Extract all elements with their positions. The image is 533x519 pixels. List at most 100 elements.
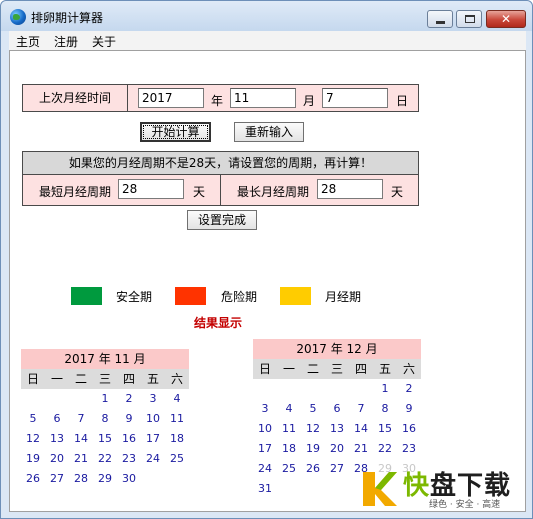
calendar-day[interactable]: 27 <box>325 459 349 479</box>
window-title: 排卵期计算器 <box>31 11 104 25</box>
calendar-day[interactable]: 10 <box>253 419 277 439</box>
weekday-header: 日一二三四五六 <box>21 369 189 389</box>
weekday-label: 日 <box>258 362 271 376</box>
close-icon: ✕ <box>500 12 512 26</box>
calendar-title: 2017 年 12 月 <box>253 339 421 359</box>
calendar-day[interactable]: 23 <box>397 439 421 459</box>
calendar-day[interactable]: 21 <box>349 439 373 459</box>
calendar-day[interactable]: 25 <box>277 459 301 479</box>
weekday-label: 一 <box>50 372 63 386</box>
minimize-button[interactable] <box>427 10 453 28</box>
calendar-day[interactable]: 17 <box>253 439 277 459</box>
calendar-day[interactable]: 27 <box>45 469 69 489</box>
month-input[interactable]: 11 <box>230 88 296 108</box>
safe-period-swatch <box>71 287 102 305</box>
calendar-day[interactable]: 14 <box>349 419 373 439</box>
calendar-day[interactable]: 8 <box>93 409 117 429</box>
calendar-day[interactable]: 22 <box>373 439 397 459</box>
calendar-day[interactable]: 4 <box>277 399 301 419</box>
calendar-day[interactable]: 14 <box>69 429 93 449</box>
calendar-day[interactable]: 15 <box>373 419 397 439</box>
calendar-day[interactable]: 11 <box>277 419 301 439</box>
menstrual-period-swatch <box>280 287 311 305</box>
day-input[interactable]: 7 <box>322 88 388 108</box>
calendar-day[interactable]: 29 <box>93 469 117 489</box>
calendar-day[interactable]: 21 <box>69 449 93 469</box>
watermark: 快盘下载 绿色 · 安全 · 高速 <box>359 463 529 513</box>
calendar-empty-cell <box>141 469 165 489</box>
year-input[interactable]: 2017 <box>138 88 204 108</box>
calendar-day[interactable]: 4 <box>165 389 189 409</box>
close-button[interactable]: ✕ <box>486 10 526 28</box>
calendar-day[interactable]: 20 <box>325 439 349 459</box>
weekday-label: 三 <box>330 362 343 376</box>
calendar-day[interactable]: 20 <box>45 449 69 469</box>
weekday-label: 六 <box>402 362 415 376</box>
calendar-day[interactable]: 19 <box>301 439 325 459</box>
calendar-day[interactable]: 13 <box>45 429 69 449</box>
last-period-row: 上次月经时间 2017 年 11 月 7 日 <box>22 84 419 112</box>
calendar-day[interactable]: 25 <box>165 449 189 469</box>
shortest-cycle-unit: 天 <box>193 185 206 199</box>
calendar-day[interactable]: 11 <box>165 409 189 429</box>
calendar-day[interactable]: 6 <box>45 409 69 429</box>
calendar-day[interactable]: 2 <box>397 379 421 399</box>
calendar-title: 2017 年 11 月 <box>21 349 189 369</box>
calendar-day[interactable]: 24 <box>141 449 165 469</box>
calendar-day[interactable]: 12 <box>21 429 45 449</box>
calendar-day[interactable]: 7 <box>69 409 93 429</box>
calendar-day[interactable]: 26 <box>21 469 45 489</box>
calendar-empty-cell <box>325 379 349 399</box>
watermark-subtitle: 绿色 · 安全 · 高速 <box>429 500 501 510</box>
calendar-day[interactable]: 22 <box>93 449 117 469</box>
calendar-empty-cell <box>301 479 325 499</box>
calendar-day[interactable]: 6 <box>325 399 349 419</box>
longest-cycle-cell: 最长月经周期 28 天 <box>221 175 418 205</box>
reset-button[interactable]: 重新输入 <box>234 122 304 142</box>
cycle-settings: 如果您的月经周期不是28天，请设置您的周期，再计算！ 最短月经周期 28 天 最… <box>22 151 419 206</box>
calendar-day[interactable]: 26 <box>301 459 325 479</box>
maximize-button[interactable] <box>456 10 482 28</box>
calendar-day[interactable]: 2 <box>117 389 141 409</box>
calendar-day[interactable]: 16 <box>117 429 141 449</box>
calendar-day[interactable]: 12 <box>301 419 325 439</box>
calendar-day[interactable]: 15 <box>93 429 117 449</box>
calendar-day[interactable]: 23 <box>117 449 141 469</box>
calendar-empty-cell <box>325 479 349 499</box>
calendar-day[interactable]: 7 <box>349 399 373 419</box>
calendar-day[interactable]: 18 <box>165 429 189 449</box>
settings-done-button[interactable]: 设置完成 <box>187 210 257 230</box>
shortest-cycle-input[interactable]: 28 <box>118 179 184 199</box>
calendar-day[interactable]: 17 <box>141 429 165 449</box>
calendar-day[interactable]: 3 <box>253 399 277 419</box>
menu-home[interactable]: 主页 <box>16 33 40 50</box>
calendar-day[interactable]: 3 <box>141 389 165 409</box>
calendar-day[interactable]: 30 <box>117 469 141 489</box>
calendar-november: 2017 年 11 月 日一二三四五六 1 2 3 4 5 6 7 8 9 10 11 12 13 14 1… <box>21 349 189 489</box>
danger-period-swatch <box>175 287 206 305</box>
month-unit-label: 月 <box>303 94 316 108</box>
calendar-day[interactable]: 19 <box>21 449 45 469</box>
calendar-day[interactable]: 9 <box>117 409 141 429</box>
shortest-cycle-label: 最短月经周期 <box>39 185 112 199</box>
calendar-day[interactable]: 10 <box>141 409 165 429</box>
calendar-day[interactable]: 9 <box>397 399 421 419</box>
calendar-day[interactable]: 18 <box>277 439 301 459</box>
longest-cycle-input[interactable]: 28 <box>317 179 383 199</box>
calendar-day[interactable]: 5 <box>301 399 325 419</box>
calendar-day[interactable]: 28 <box>69 469 93 489</box>
calendar-day[interactable]: 13 <box>325 419 349 439</box>
calendar-day[interactable]: 1 <box>373 379 397 399</box>
calendar-day[interactable]: 5 <box>21 409 45 429</box>
shortest-cycle-cell: 最短月经周期 28 天 <box>23 175 221 205</box>
longest-cycle-unit: 天 <box>391 185 404 199</box>
start-calculate-button[interactable]: 开始计算 <box>140 122 211 142</box>
menu-register[interactable]: 注册 <box>54 33 78 50</box>
calendar-day[interactable]: 31 <box>253 479 277 499</box>
globe-icon <box>10 9 26 25</box>
calendar-day[interactable]: 1 <box>93 389 117 409</box>
calendar-day[interactable]: 24 <box>253 459 277 479</box>
calendar-day[interactable]: 8 <box>373 399 397 419</box>
calendar-day[interactable]: 16 <box>397 419 421 439</box>
menu-about[interactable]: 关于 <box>92 33 116 50</box>
